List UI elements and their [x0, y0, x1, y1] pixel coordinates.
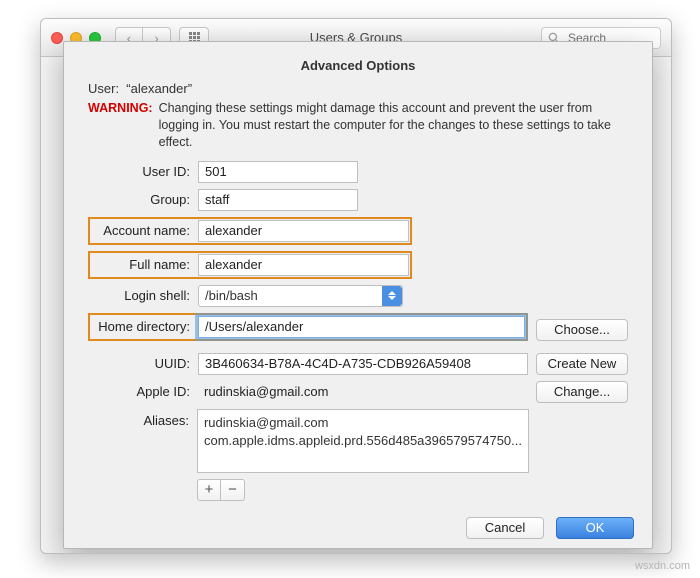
- user-line: User: “alexander”: [82, 81, 634, 96]
- login-shell-value: /bin/bash: [205, 288, 258, 303]
- choose-button[interactable]: Choose...: [536, 319, 628, 341]
- chevron-up-down-icon: [382, 286, 402, 306]
- preferences-window: ‹ › Users & Groups Advanced Options User…: [40, 18, 672, 554]
- uuid-label: UUID:: [88, 356, 198, 371]
- create-new-button[interactable]: Create New: [536, 353, 628, 375]
- aliases-list[interactable]: rudinskia@gmail.com com.apple.idms.apple…: [197, 409, 529, 473]
- change-button[interactable]: Change...: [536, 381, 628, 403]
- full-name-input[interactable]: [198, 254, 409, 276]
- cancel-button[interactable]: Cancel: [466, 517, 544, 539]
- group-input[interactable]: [198, 189, 358, 211]
- apple-id-label: Apple ID:: [88, 384, 198, 399]
- user-value: “alexander”: [126, 81, 192, 96]
- account-name-label: Account name:: [91, 223, 198, 238]
- warning-text: Changing these settings might damage thi…: [159, 100, 628, 151]
- login-shell-label: Login shell:: [88, 288, 198, 303]
- close-window-button[interactable]: [51, 32, 63, 44]
- account-name-input[interactable]: [198, 220, 409, 242]
- user-id-label: User ID:: [88, 164, 198, 179]
- sheet-title: Advanced Options: [82, 58, 634, 73]
- full-name-label: Full name:: [91, 257, 198, 272]
- home-directory-label: Home directory:: [91, 319, 198, 334]
- form: User ID: Group: Account name: Full name:…: [82, 161, 634, 507]
- sheet-footer: Cancel OK: [82, 507, 634, 539]
- watermark: wsxdn.com: [635, 560, 690, 572]
- alias-item[interactable]: rudinskia@gmail.com: [204, 414, 522, 432]
- full-name-highlight: Full name:: [88, 251, 412, 279]
- account-name-highlight: Account name:: [88, 217, 412, 245]
- home-directory-input[interactable]: [198, 316, 525, 338]
- group-label: Group:: [88, 192, 198, 207]
- aliases-label: Aliases:: [88, 409, 197, 428]
- alias-item[interactable]: com.apple.idms.appleid.prd.556d485a39657…: [204, 432, 522, 450]
- ok-button[interactable]: OK: [556, 517, 634, 539]
- user-id-input[interactable]: [198, 161, 358, 183]
- warning-row: WARNING: Changing these settings might d…: [82, 100, 634, 161]
- login-shell-select[interactable]: /bin/bash: [198, 285, 403, 307]
- user-label: User:: [88, 81, 119, 96]
- warning-label: WARNING:: [88, 100, 153, 151]
- remove-alias-button[interactable]: −: [221, 479, 245, 501]
- apple-id-value: [198, 381, 528, 403]
- uuid-input[interactable]: [198, 353, 528, 375]
- advanced-options-sheet: Advanced Options User: “alexander” WARNI…: [63, 41, 653, 549]
- alias-add-remove: + −: [197, 479, 529, 501]
- home-directory-highlight: Home directory:: [88, 313, 528, 341]
- add-alias-button[interactable]: +: [197, 479, 221, 501]
